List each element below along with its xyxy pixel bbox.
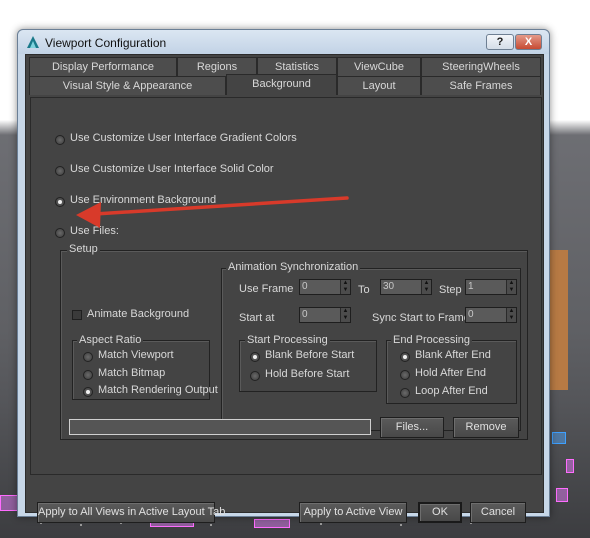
annotation-arrow-shaft [93,196,349,216]
annotation-arrow-head-icon [76,202,101,228]
annotation-arrow [76,196,349,228]
